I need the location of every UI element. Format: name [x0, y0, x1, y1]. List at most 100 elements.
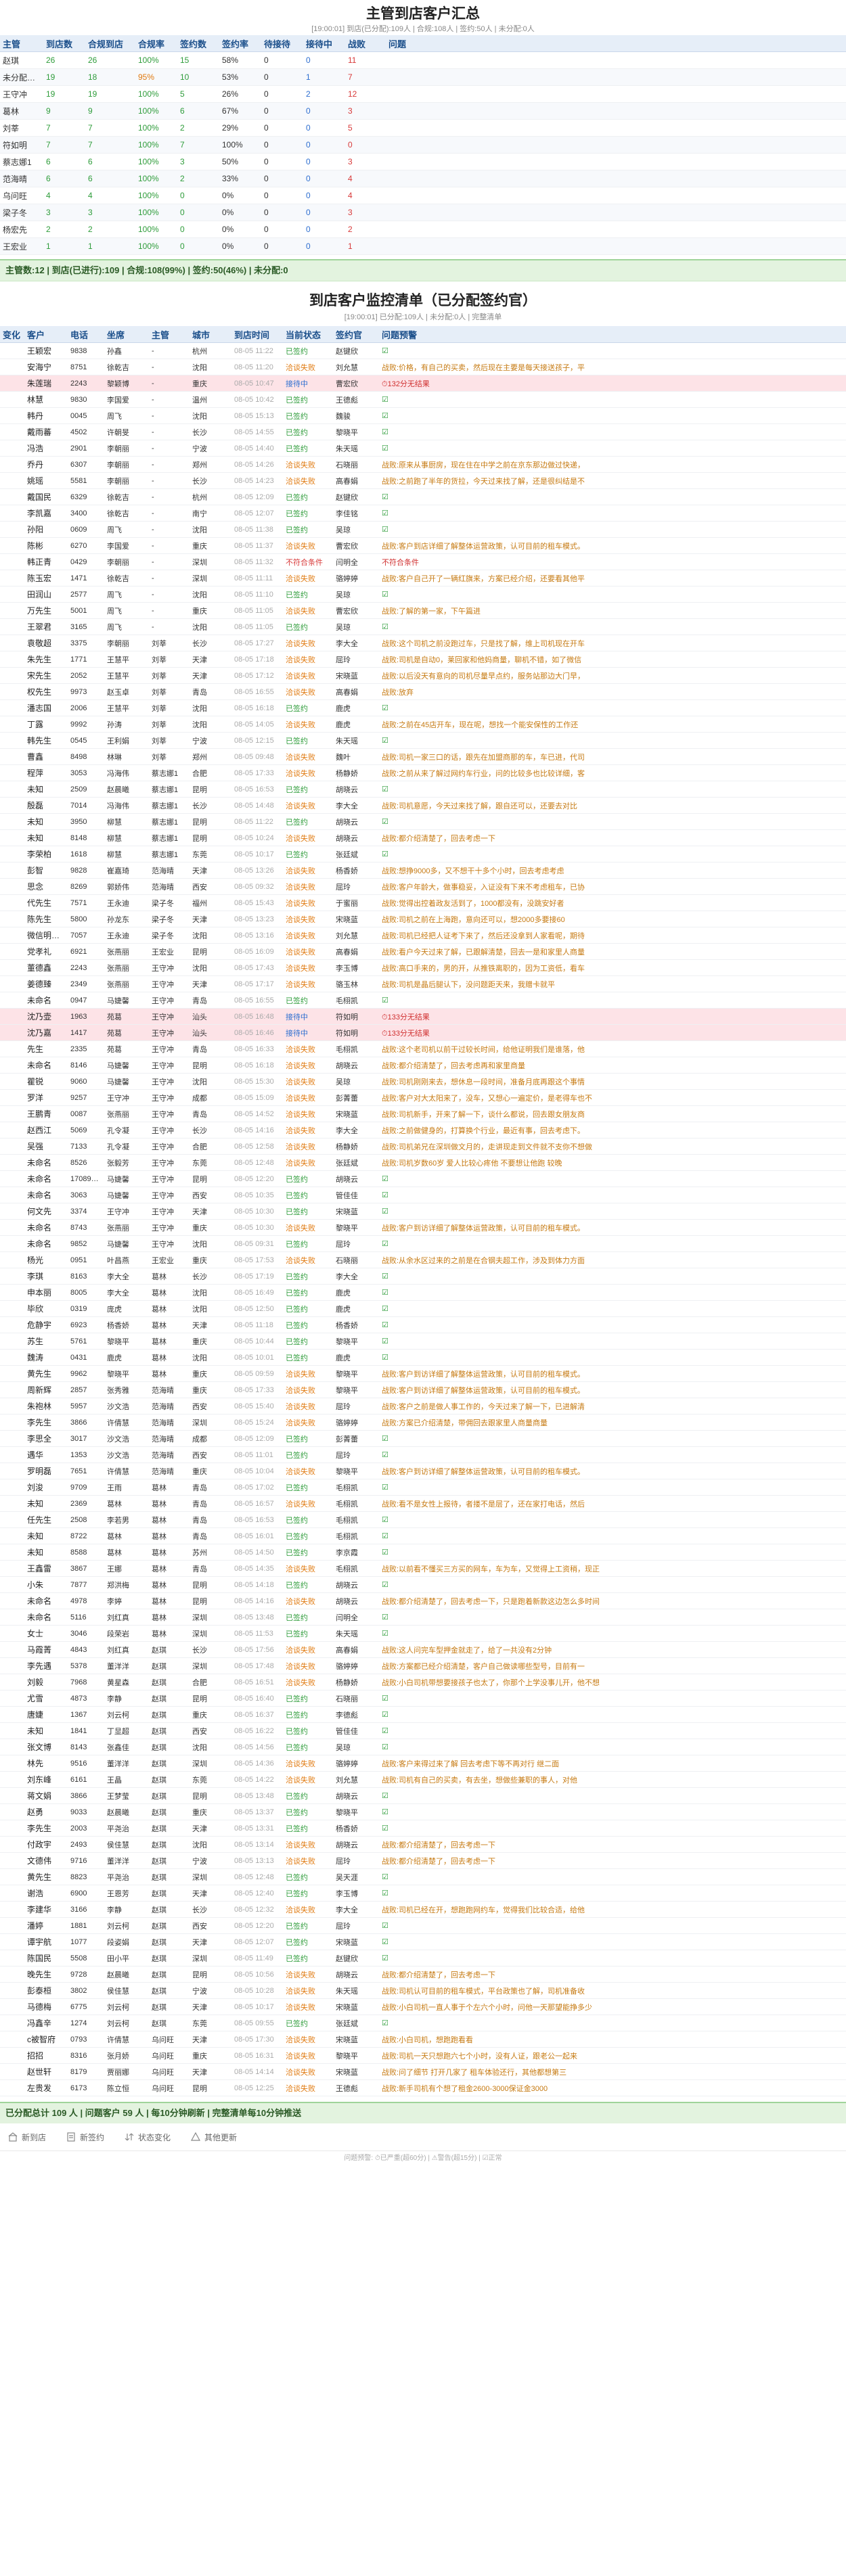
detail-cell: 毛栩凯: [333, 1495, 379, 1512]
customer-name-cell: 未命名: [24, 1057, 68, 1074]
detail-cell: 杭州: [190, 488, 231, 505]
detail-cell: 1274: [68, 2015, 104, 2031]
detail-cell: 王守冲: [149, 1138, 190, 1155]
detail-cell: 范海晴: [149, 1414, 190, 1431]
issue-cell: 战败:司机认可目前的租车模式，平台政策也了解，司机准备收: [379, 1982, 846, 1999]
detail-cell: 1963: [68, 1008, 104, 1025]
detail-cell: 段荣岩: [104, 1625, 149, 1642]
detail-cell: 1353: [68, 1446, 104, 1463]
summary-row: 王宏业 1 1 100% 0 0% 0 0 1: [0, 237, 846, 255]
issue-cell: 战败:司机是自动0，莱回家和他妈商量，聊机不错，如了微信: [379, 651, 846, 668]
status-cell: 洽谈失败: [283, 894, 333, 911]
table-row: 程萍 3053 冯海伟 蔡志娜1 合肥 08-05 17:33 洽谈失败 杨静娇 战败:之前从来…: [0, 764, 846, 781]
detail-cell: 温州: [190, 391, 231, 408]
customer-name-cell: 罗明磊: [24, 1463, 68, 1479]
detail-cell: 李朝丽: [104, 472, 149, 489]
detail-header-cell: 主管: [149, 326, 190, 343]
detail-cell: 骆玉林: [333, 975, 379, 992]
table-row: 未知 3950 柳慧 蔡志娜1 昆明 08-05 11:22 已签约 胡晓云 ☑: [0, 813, 846, 830]
detail-cell: [0, 1885, 24, 1902]
customer-name-cell: 党孝礼: [24, 943, 68, 960]
detail-cell: 黄星森: [104, 1674, 149, 1690]
detail-cell: 曹宏欣: [333, 602, 379, 619]
detail-cell: 7133: [68, 1138, 104, 1155]
detail-cell: 李大全: [333, 1122, 379, 1138]
summary-cell: 0: [261, 204, 303, 221]
detail-cell: 胡晓云: [333, 1576, 379, 1593]
table-row: 安海宁 8751 徐乾吉 - 沈阳 08-05 11:20 洽谈失败 刘允慧 战败:价格，有自己…: [0, 359, 846, 375]
detail-cell: 8588: [68, 1544, 104, 1561]
summary-cell: 0: [303, 204, 345, 221]
detail-cell: 于蜜丽: [333, 894, 379, 911]
status-cell: 洽谈失败: [283, 1251, 333, 1268]
detail-cell: 柳慧: [104, 829, 149, 846]
detail-cell: 1881: [68, 1917, 104, 1934]
detail-cell: 朱天瑶: [333, 732, 379, 749]
arrival-time-cell: 08-05 14:40: [231, 440, 283, 457]
detail-cell: 2335: [68, 1040, 104, 1057]
detail-cell: 苏州: [190, 1544, 231, 1561]
status-cell: 洽谈失败: [283, 1674, 333, 1690]
customer-name-cell: 程萍: [24, 764, 68, 781]
status-cell: 洽谈失败: [283, 797, 333, 814]
detail-cell: 长沙: [190, 1122, 231, 1138]
issue-cell: 战败:小白司机，想跑跑看看: [379, 2031, 846, 2048]
summary-cell: 3: [345, 153, 386, 170]
detail-cell: 董洋洋: [104, 1657, 149, 1674]
issue-cell: 战败:客户年龄大，做事稳妥，入证没有下来不考虑租车，已协: [379, 878, 846, 895]
detail-cell: 王守冲: [149, 992, 190, 1009]
issue-cell: 战败:客户到访详细了解整体运营政策，认可目前的租车模式。: [379, 1365, 846, 1382]
status-cell: 已签约: [283, 1527, 333, 1544]
arrival-time-cell: 08-05 14:48: [231, 797, 283, 814]
arrival-time-cell: 08-05 11:22: [231, 813, 283, 830]
detail-header-cell: 当前状态: [283, 326, 333, 343]
customer-name-cell: 韩先生: [24, 732, 68, 749]
summary-cell: 王守冲: [0, 85, 43, 103]
detail-cell: -: [149, 472, 190, 489]
arrival-time-cell: 08-05 10:30: [231, 1203, 283, 1220]
issue-cell: ☑: [379, 1446, 846, 1463]
detail-cell: 范海晴: [149, 1430, 190, 1447]
issue-cell: 战败:以前看不懂买三方买的网车，车为车，又觉得上工资稍，现正: [379, 1560, 846, 1577]
detail-cell: [0, 764, 24, 781]
detail-cell: 东莞: [190, 2015, 231, 2031]
summary-cell: 0: [303, 136, 345, 154]
status-cell: 已签约: [283, 521, 333, 538]
detail-cell: 吴琼: [333, 618, 379, 635]
issue-cell: 战败:司机之前在上海跑，意向还可以，想2000多要接60: [379, 911, 846, 927]
detail-cell: 宋晓蓝: [333, 1105, 379, 1122]
issue-cell: 战败:之前在45店开车，现在呢，想找一个能安保性的工作还: [379, 716, 846, 733]
issue-cell: ☑: [379, 342, 846, 359]
detail-cell: 赵琪: [149, 1690, 190, 1707]
detail-cell: 李玉博: [333, 1885, 379, 1902]
detail-cell: 重庆: [190, 1706, 231, 1723]
table-row: 未命名 8743 张燕丽 王守冲 重庆 08-05 10:30 洽谈失败 黎晓平 战败:客户到访…: [0, 1219, 846, 1236]
detail-cell: 8179: [68, 2063, 104, 2080]
summary-row: 乌问旺 4 4 100% 0 0% 0 0 4: [0, 187, 846, 204]
table-row: 韩正青 0429 李朝丽 - 深圳 08-05 11:32 不符合条件 闫明全 不符合条件: [0, 553, 846, 570]
detail-cell: 庞虎: [104, 1300, 149, 1317]
table-row: 马德梅 6775 刘云柯 赵琪 天津 08-05 10:17 洽谈失败 宋晓蓝 战败:小白司机一…: [0, 1998, 846, 2015]
detail-cell: 宋晓蓝: [333, 2031, 379, 2048]
detail-cell: 胡晓云: [333, 1966, 379, 1983]
detail-cell: 昆明: [190, 829, 231, 846]
detail-cell: 沈阳: [190, 1739, 231, 1755]
detail-cell: 赵玉卓: [104, 683, 149, 700]
detail-cell: -: [149, 391, 190, 408]
detail-cell: 重庆: [190, 1381, 231, 1398]
detail-cell: 李朝丽: [104, 456, 149, 473]
customer-name-cell: 朱先生: [24, 651, 68, 668]
table-row: 女士 3046 段荣岩 葛林 深圳 08-05 11:53 已签约 朱天瑶 ☑: [0, 1625, 846, 1642]
detail-cell: 9033: [68, 1803, 104, 1820]
arrival-time-cell: 08-05 10:28: [231, 1982, 283, 1999]
detail-cell: [0, 1040, 24, 1057]
issue-cell: 战败:客户到店详细了解整体运营政策，认可目前的租车模式。: [379, 537, 846, 554]
issue-cell: 战败:客户自己开了一辆红旗来，方案已经介绍，还要看其他平: [379, 570, 846, 586]
summary-cell: 100%: [135, 102, 177, 120]
table-row: 吴强 7133 孔令凝 王守冲 合肥 08-05 12:58 洽谈失败 杨静娇 战败:司机弟兄在…: [0, 1138, 846, 1155]
detail-cell: 周飞: [104, 602, 149, 619]
detail-cell: [0, 1365, 24, 1382]
detail-cell: 昆明: [190, 781, 231, 798]
status-cell: 洽谈失败: [283, 748, 333, 765]
status-cell: 接待中: [283, 1024, 333, 1041]
